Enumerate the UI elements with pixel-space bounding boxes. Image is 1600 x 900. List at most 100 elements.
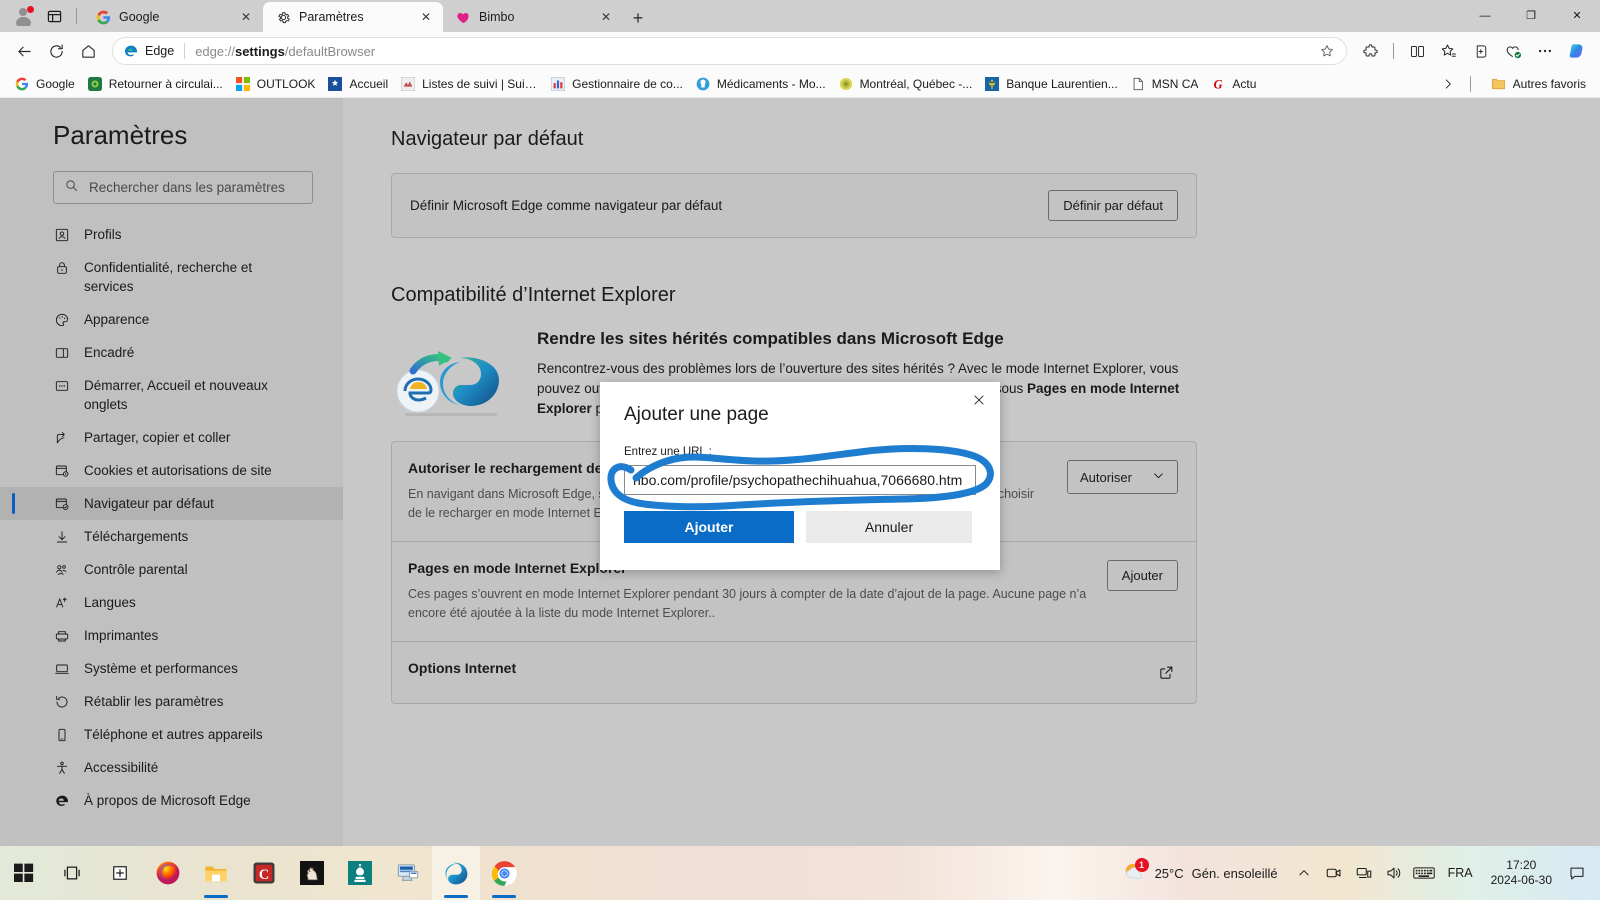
sidebar-item-profils[interactable]: Profils <box>0 218 343 251</box>
sidebar-item-retablir[interactable]: Rétablir les paramètres <box>0 685 343 718</box>
close-icon[interactable]: ✕ <box>417 8 435 26</box>
sidebar-item-telechargements[interactable]: Téléchargements <box>0 520 343 553</box>
google-chrome-icon[interactable] <box>480 846 528 900</box>
sidebar-item-langues[interactable]: Langues <box>0 586 343 619</box>
bookmark-item[interactable]: Accueil <box>321 73 394 95</box>
collections-icon[interactable] <box>1466 36 1496 66</box>
profile-icon <box>53 225 70 244</box>
browser-essentials-icon[interactable] <box>1498 36 1528 66</box>
sun-cloud-icon: 1 <box>1121 858 1149 886</box>
home-icon[interactable] <box>72 36 104 66</box>
tab-parametres[interactable]: Paramètres ✕ <box>263 2 443 32</box>
sidebar-item-accessibilite[interactable]: Accessibilité <box>0 751 343 784</box>
back-arrow-icon[interactable] <box>8 36 40 66</box>
meet-now-icon[interactable] <box>1320 859 1348 887</box>
show-hidden-icons-chevron[interactable] <box>1290 859 1318 887</box>
star-outline-icon[interactable] <box>1314 39 1340 63</box>
sidebar-item-encadre[interactable]: Encadré <box>0 336 343 369</box>
settings-more-icon[interactable] <box>1530 36 1560 66</box>
notification-icon[interactable] <box>1562 859 1592 887</box>
bookmark-item[interactable]: OUTLOOK <box>229 73 322 95</box>
taskbar-icon-list: C <box>0 846 528 900</box>
sidebar-item-partager[interactable]: Partager, copier et coller <box>0 421 343 454</box>
chess-king-icon[interactable] <box>336 846 384 900</box>
bookmark-item[interactable]: Médicaments - Mo... <box>689 73 832 95</box>
extensions-icon[interactable] <box>1355 36 1385 66</box>
minimize-button[interactable]: — <box>1462 0 1508 31</box>
microsoft-edge-icon[interactable] <box>432 846 480 900</box>
default-browser-icon <box>53 494 70 513</box>
favorites-icon[interactable] <box>1434 36 1464 66</box>
bookmark-item[interactable]: Listes de suivi | Suiv... <box>394 73 544 95</box>
allow-reload-select[interactable]: Autoriser <box>1066 460 1178 494</box>
file-explorer-icon[interactable] <box>192 846 240 900</box>
sidebar-item-a-propos[interactable]: À propos de Microsoft Edge <box>0 784 343 817</box>
tab-strip: Google ✕ Paramètres ✕ Bimbo ✕ + — ❐ ✕ <box>0 0 1600 32</box>
tab-google[interactable]: Google ✕ <box>83 2 263 32</box>
sidebar-item-telephone[interactable]: Téléphone et autres appareils <box>0 718 343 751</box>
palette-icon <box>53 310 70 329</box>
dialog-cancel-button[interactable]: Annuler <box>806 511 972 543</box>
bookmark-label: Gestionnaire de co... <box>572 76 683 91</box>
sidebar-item-label: Accessibilité <box>84 760 159 775</box>
clock[interactable]: 17:20 2024-06-30 <box>1483 858 1560 888</box>
dialog-buttons: Ajouter Annuler <box>600 495 1000 543</box>
bookmark-item[interactable]: Montréal, Québec -... <box>832 73 979 95</box>
edge-brand-label: Edge <box>145 44 175 58</box>
weather-favicon <box>838 76 854 92</box>
close-icon[interactable]: ✕ <box>597 8 615 26</box>
close-icon[interactable] <box>964 386 994 414</box>
search-input[interactable]: Rechercher dans les paramètres <box>53 171 313 204</box>
keyboard-icon[interactable] <box>1410 859 1438 887</box>
new-desktop-icon[interactable] <box>96 846 144 900</box>
bookmark-item[interactable]: Banque Laurentien... <box>978 73 1123 95</box>
close-icon[interactable]: ✕ <box>237 8 255 26</box>
profile-avatar-icon[interactable] <box>8 2 38 30</box>
address-bar[interactable]: Edge edge://settings/defaultBrowser <box>112 37 1347 65</box>
network-icon[interactable] <box>1350 859 1378 887</box>
language-indicator[interactable]: FRA <box>1440 866 1481 880</box>
camtasia-icon[interactable]: C <box>240 846 288 900</box>
task-view-icon[interactable] <box>48 846 96 900</box>
chevron-right-icon[interactable] <box>1440 76 1456 92</box>
reload-icon[interactable] <box>40 36 72 66</box>
start-windows-icon[interactable] <box>0 846 48 900</box>
dialog-add-button[interactable]: Ajouter <box>624 511 794 543</box>
bookmark-item[interactable]: Google <box>8 73 81 95</box>
maximize-button[interactable]: ❐ <box>1508 0 1554 31</box>
ie-to-edge-migration-art <box>391 335 511 417</box>
new-tab-button[interactable]: + <box>623 4 653 32</box>
remote-desktop-icon[interactable] <box>384 846 432 900</box>
firefox-icon[interactable] <box>144 846 192 900</box>
url-input[interactable]: nbo.com/profile/psychopathechihuahua,706… <box>624 465 976 495</box>
other-favorites-folder[interactable]: Autres favoris <box>1485 73 1592 95</box>
sidebar-item-navigateur-par-defaut[interactable]: Navigateur par défaut <box>0 487 343 520</box>
sidebar-item-controle-parental[interactable]: Contrôle parental <box>0 553 343 586</box>
watchlist-favicon <box>400 76 416 92</box>
bookmark-item[interactable]: G Actu <box>1204 73 1262 95</box>
divider <box>76 8 77 24</box>
sidebar-item-cookies[interactable]: Cookies et autorisations de site <box>0 454 343 487</box>
close-window-button[interactable]: ✕ <box>1554 0 1600 31</box>
sidebar-item-demarrer[interactable]: Démarrer, Accueil et nouveaux onglets <box>0 369 343 421</box>
sidebar-item-systeme[interactable]: Système et performances <box>0 652 343 685</box>
ie-compat-title: Rendre les sites hérités compatibles dan… <box>537 329 1004 348</box>
tab-bimbo[interactable]: Bimbo ✕ <box>443 2 623 32</box>
volume-icon[interactable] <box>1380 859 1408 887</box>
weather-widget[interactable]: 1 25°C Gén. ensoleillé <box>1111 858 1288 886</box>
sidebar-item-imprimantes[interactable]: Imprimantes <box>0 619 343 652</box>
bookmark-item[interactable]: Gestionnaire de co... <box>544 73 689 95</box>
sidebar-item-confidentialite[interactable]: Confidentialité, recherche et services <box>0 251 343 303</box>
chess-knight-icon[interactable] <box>288 846 336 900</box>
set-default-button[interactable]: Définir par défaut <box>1048 190 1178 221</box>
external-link-icon[interactable] <box>1154 660 1178 684</box>
sidebar-item-apparence[interactable]: Apparence <box>0 303 343 336</box>
sidebar-item-list: Profils Confidentialité, recherche et se… <box>0 218 343 817</box>
add-page-button[interactable]: Ajouter <box>1106 560 1178 591</box>
copilot-icon[interactable] <box>1562 36 1592 66</box>
split-screen-icon[interactable] <box>1402 36 1432 66</box>
bookmark-item[interactable]: MSN CA <box>1124 73 1205 95</box>
bookmark-item[interactable]: Retourner à circulai... <box>81 73 229 95</box>
section-internet-options[interactable]: Options Internet <box>392 642 1196 703</box>
tab-actions-icon[interactable] <box>40 2 68 30</box>
